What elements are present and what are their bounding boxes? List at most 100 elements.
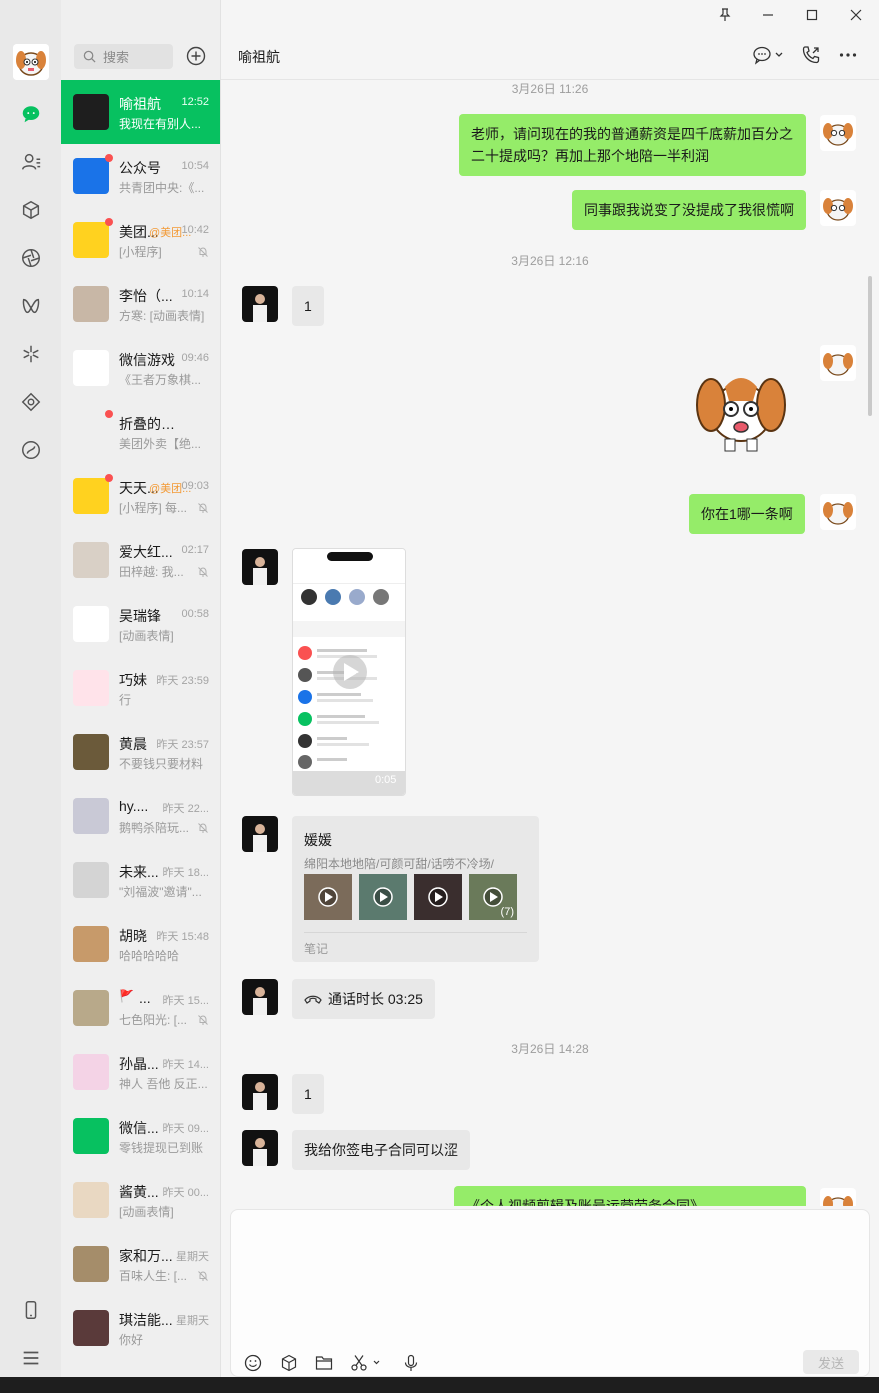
chat-pane: 喻祖航 3月26日 11:26 老师，请问现在的我的普通薪资是四千底薪加百分之二… — [221, 0, 879, 1377]
screenshot-button[interactable] — [350, 1352, 384, 1374]
voice-input-button[interactable] — [400, 1352, 422, 1374]
unread-dot — [105, 410, 113, 418]
chat-list-item[interactable]: 酱黄... 昨天 00... [动画表情] — [61, 1168, 220, 1232]
note-source-label: 笔记 — [304, 942, 329, 956]
note-share-card[interactable]: 媛媛 绵阳本地地陪/可颜可甜/话唠不冷场/ (7) 笔记 — [292, 816, 539, 962]
my-message-avatar[interactable] — [820, 494, 856, 530]
note-thumb[interactable]: (7) — [469, 874, 517, 920]
mute-bell-icon — [198, 1015, 208, 1025]
chat-list-item[interactable]: 公众号 10:54 共青团中央:《... — [61, 144, 220, 208]
chat-time: 昨天 23:57 — [156, 739, 209, 751]
chat-preview: 鹅鸭杀陪玩... — [119, 821, 190, 835]
call-record-message[interactable]: 通话时长 03:25 — [292, 979, 435, 1019]
message-bubble-received[interactable]: 1 — [292, 1074, 324, 1114]
mute-bell-icon — [198, 247, 208, 257]
chat-list-item[interactable]: 喻祖航 12:52 我现在有别人... — [61, 80, 220, 144]
menu-icon[interactable] — [18, 1345, 44, 1371]
my-message-avatar[interactable] — [820, 190, 856, 226]
contact-message-avatar[interactable] — [242, 816, 278, 852]
video-message[interactable]: 0:05 — [292, 548, 406, 796]
timestamp: 3月26日 12:16 — [511, 254, 589, 268]
my-message-avatar[interactable] — [820, 345, 856, 381]
contact-message-avatar[interactable] — [242, 979, 278, 1015]
chat-list-item[interactable]: 吴瑞锋 00:58 [动画表情] — [61, 592, 220, 656]
pin-window-button[interactable] — [715, 5, 735, 25]
chat-list-item[interactable]: 微信游戏 09:46 《王者万象棋... — [61, 336, 220, 400]
emoji-button[interactable] — [242, 1352, 264, 1374]
phone-icon[interactable] — [18, 1297, 44, 1323]
chat-preview: 百味人生: [... — [119, 1269, 188, 1283]
message-bubble-sent[interactable]: 同事跟我说变了没提成了我很慌啊 — [572, 190, 806, 230]
search-input[interactable]: 搜索 — [74, 44, 173, 69]
chat-list-item[interactable]: 折叠的聊天美团外卖【绝... — [61, 400, 220, 464]
search-icon — [83, 50, 96, 63]
contact-message-avatar[interactable] — [242, 1074, 278, 1110]
chat-title: 喻祖航 — [238, 49, 280, 65]
search-discover-icon[interactable] — [18, 341, 44, 367]
note-thumb[interactable] — [304, 874, 352, 920]
mini-programs-icon[interactable] — [18, 389, 44, 415]
note-thumb[interactable] — [414, 874, 462, 920]
chat-name: 公众号 — [119, 160, 161, 176]
moments-icon[interactable] — [18, 245, 44, 271]
chat-list-item[interactable]: 未来... 昨天 18... "刘福波"邀请"... — [61, 848, 220, 912]
chat-list-item[interactable]: 琪洁能... 星期天 你好 — [61, 1296, 220, 1360]
chat-preview: [动画表情] — [119, 1205, 174, 1219]
message-bubble-sent[interactable]: 你在1哪一条啊 — [689, 494, 805, 534]
chat-preview: 零钱提现已到账 — [119, 1141, 204, 1155]
mute-bell-icon — [198, 1271, 208, 1281]
video-duration: 0:05 — [375, 774, 397, 786]
message-bubble-received[interactable]: 我给你签电子合同可以涩 — [292, 1130, 470, 1170]
my-message-avatar[interactable] — [820, 115, 856, 151]
chat-name: 喻祖航 — [119, 96, 161, 112]
sticker-dog-message[interactable] — [691, 365, 791, 455]
chat-preview: 方寒: [动画表情] — [119, 309, 205, 323]
chats-icon[interactable] — [18, 101, 44, 127]
favorites-send-button[interactable] — [278, 1352, 300, 1374]
channels-icon[interactable] — [18, 293, 44, 319]
chat-list-item[interactable]: 孙晶... 昨天 14... 神人 吾他 反正... — [61, 1040, 220, 1104]
chat-info-button[interactable] — [752, 44, 784, 66]
chat-preview: 美团外卖【绝... — [119, 437, 202, 451]
more-options-button[interactable] — [839, 44, 857, 66]
chat-preview: "刘福波"邀请"... — [119, 885, 202, 899]
contact-message-avatar[interactable] — [242, 286, 278, 322]
my-message-avatar[interactable] — [820, 1188, 856, 1206]
send-file-button[interactable] — [313, 1352, 335, 1374]
chat-avatar — [73, 350, 109, 386]
add-chat-button[interactable] — [185, 45, 207, 67]
chat-list-item[interactable]: 黄晨 昨天 23:57 不要钱只要材料 — [61, 720, 220, 784]
message-bubble-sent[interactable]: 老师，请问现在的我的普通薪资是四千底薪加百分之二十提成吗？再加上那个地陪一半利润 — [459, 114, 806, 176]
chat-list-item[interactable]: 家和万... 星期天 百味人生: [... — [61, 1232, 220, 1296]
message-bubble-received[interactable]: 1 — [292, 286, 324, 326]
send-button[interactable]: 发送 — [803, 1350, 859, 1374]
chat-time: 昨天 14... — [162, 1059, 209, 1071]
chat-list-panel: 搜索 喻祖航 12:52 我现在有别人... 公众号 10:54 共青团中央:《... 美团… — [61, 0, 221, 1377]
chat-list-item[interactable]: ... 🚩 昨天 15... 七色阳光: [... — [61, 976, 220, 1040]
more-apps-icon[interactable] — [18, 437, 44, 463]
minimize-button[interactable] — [758, 5, 778, 25]
chat-list-item[interactable]: 天天... @美团... 09:03 [小程序] 每... — [61, 464, 220, 528]
chat-avatar — [73, 94, 109, 130]
message-scrollbar[interactable] — [868, 276, 872, 416]
note-thumb[interactable] — [359, 874, 407, 920]
chat-list-item[interactable]: 胡晓 昨天 15:48 哈哈哈哈哈 — [61, 912, 220, 976]
chat-list-item[interactable]: 李怡（... 10:14 方寒: [动画表情] — [61, 272, 220, 336]
message-bubble-sent[interactable]: 《个人视频剪辑及账号运营劳务合同》 — [454, 1186, 806, 1206]
close-button[interactable] — [846, 5, 866, 25]
chat-list-item[interactable]: 微信... 昨天 09... 零钱提现已到账 — [61, 1104, 220, 1168]
contact-message-avatar[interactable] — [242, 549, 278, 585]
chat-list-item[interactable]: 美团... @美团... 10:42 [小程序] — [61, 208, 220, 272]
contact-message-avatar[interactable] — [242, 1130, 278, 1166]
chat-list-item[interactable]: 巧妹 昨天 23:59 行 — [61, 656, 220, 720]
note-thumbnails: (7) — [304, 874, 528, 920]
maximize-button[interactable] — [802, 5, 822, 25]
unread-dot — [105, 474, 113, 482]
my-avatar[interactable] — [13, 44, 49, 80]
message-input-box[interactable]: 发送 — [230, 1209, 870, 1377]
chat-list-item[interactable]: hy.... 昨天 22... 鹅鸭杀陪玩... — [61, 784, 220, 848]
favorites-icon[interactable] — [18, 197, 44, 223]
chat-list-item[interactable]: 爱大红... 02:17 田梓越: 我... — [61, 528, 220, 592]
voice-call-button[interactable] — [801, 44, 821, 66]
contacts-icon[interactable] — [18, 149, 44, 175]
